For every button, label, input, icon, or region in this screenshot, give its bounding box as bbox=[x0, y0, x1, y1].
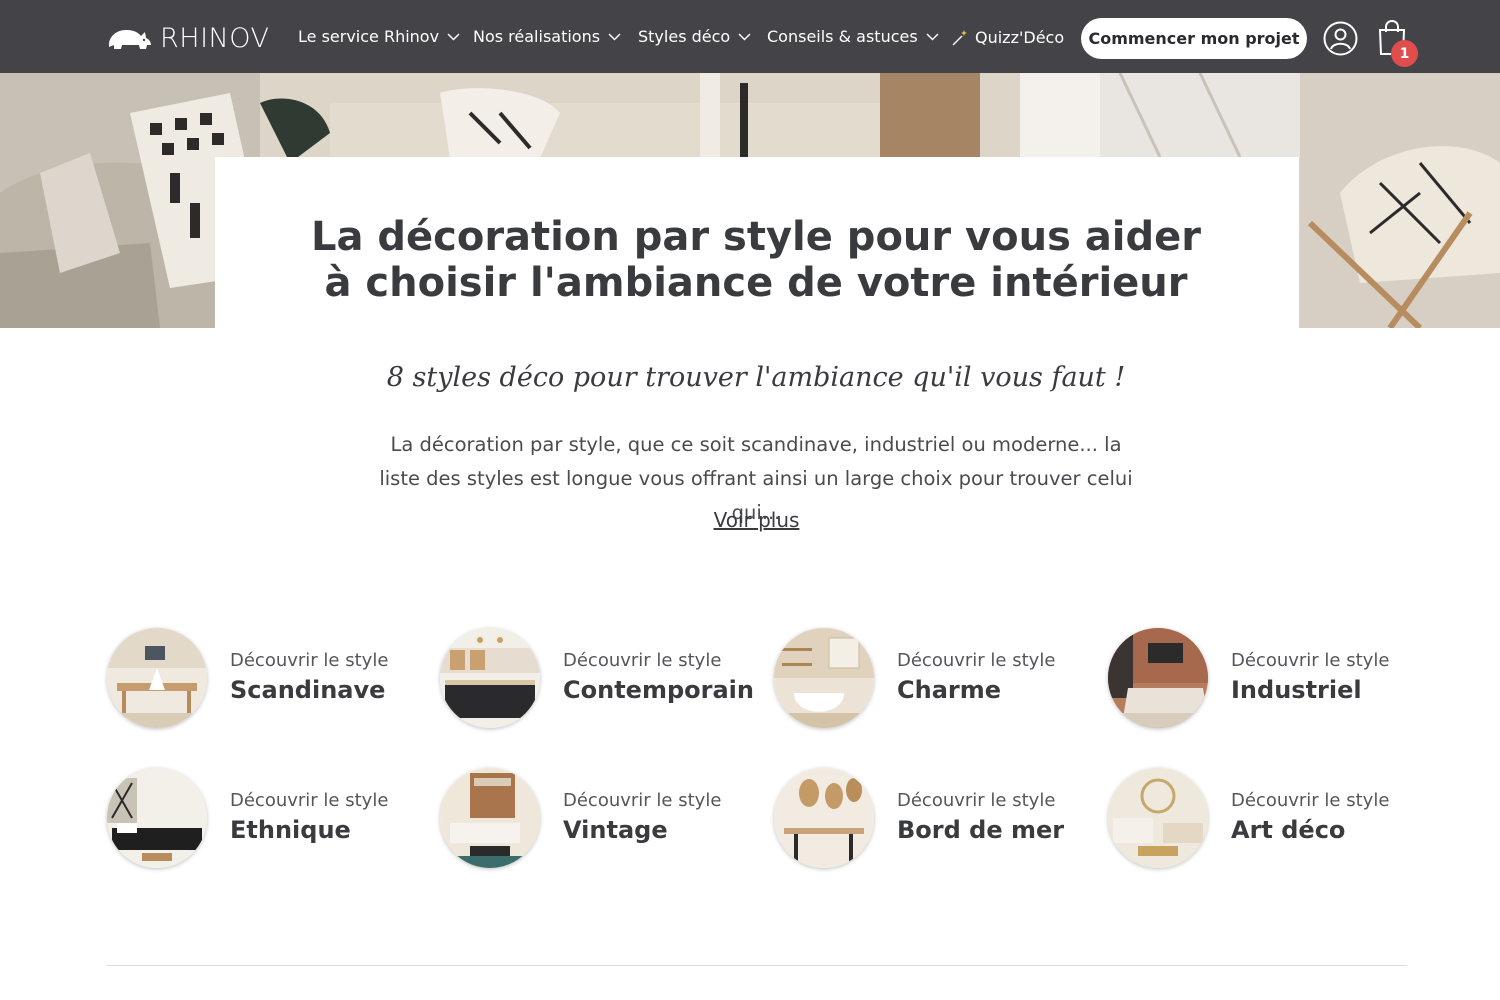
style-card-scandinave[interactable]: Découvrir le style Scandinave bbox=[107, 628, 427, 728]
style-name: Industriel bbox=[1231, 676, 1362, 704]
style-thumbnail bbox=[440, 628, 540, 728]
style-name: Charme bbox=[897, 676, 1002, 704]
magic-wand-icon bbox=[952, 30, 967, 46]
nav-label: Le service Rhinov bbox=[298, 27, 440, 46]
style-card-bord-de-mer[interactable]: Découvrir le style Bord de mer bbox=[774, 768, 1094, 868]
style-name: Ethnique bbox=[230, 816, 351, 844]
nav-quizz-deco[interactable]: Quizz'Déco bbox=[950, 27, 1064, 47]
rhinov-logo[interactable]: RHINOV bbox=[106, 22, 269, 54]
style-name: Contemporain bbox=[563, 676, 754, 704]
nav-label: Conseils & astuces bbox=[767, 27, 918, 46]
style-kicker: Découvrir le style bbox=[897, 790, 1056, 811]
cart-count-badge: 1 bbox=[1391, 40, 1418, 67]
nav-label: Styles déco bbox=[638, 27, 731, 46]
style-thumbnail bbox=[1108, 768, 1208, 868]
style-kicker: Découvrir le style bbox=[1231, 650, 1390, 671]
nav-styles-deco[interactable]: Styles déco bbox=[638, 27, 751, 46]
industriel-bedroom-image bbox=[1108, 628, 1208, 728]
style-kicker: Découvrir le style bbox=[897, 650, 1056, 671]
style-name: Bord de mer bbox=[897, 816, 1065, 844]
chevron-down-icon bbox=[926, 32, 939, 41]
style-name: Art déco bbox=[1231, 816, 1346, 844]
style-card-ethnique[interactable]: Découvrir le style Ethnique bbox=[107, 768, 427, 868]
style-thumbnail bbox=[440, 768, 540, 868]
section-divider bbox=[106, 965, 1407, 966]
style-kicker: Découvrir le style bbox=[563, 790, 722, 811]
nav-label: Nos réalisations bbox=[473, 27, 601, 46]
style-card-art-deco[interactable]: Découvrir le style Art déco bbox=[1108, 768, 1428, 868]
style-card-vintage[interactable]: Découvrir le style Vintage bbox=[440, 768, 760, 868]
style-thumbnail bbox=[774, 768, 874, 868]
page-subtitle: 8 styles déco pour trouver l'ambiance qu… bbox=[386, 362, 1126, 393]
chevron-down-icon bbox=[608, 32, 621, 41]
top-navbar: RHINOV Le service Rhinov Nos réalisation… bbox=[0, 0, 1500, 73]
style-kicker: Découvrir le style bbox=[1231, 790, 1390, 811]
nav-conseils-astuces[interactable]: Conseils & astuces bbox=[767, 27, 939, 46]
style-kicker: Découvrir le style bbox=[230, 790, 389, 811]
nav-label: Quizz'Déco bbox=[975, 27, 1065, 47]
chevron-down-icon bbox=[447, 32, 460, 41]
style-thumbnail bbox=[1108, 628, 1208, 728]
start-project-button[interactable]: Commencer mon projet bbox=[1081, 18, 1307, 59]
style-card-charme[interactable]: Découvrir le style Charme bbox=[774, 628, 1094, 728]
art-deco-living-image bbox=[1108, 768, 1208, 868]
rhino-icon bbox=[108, 30, 151, 49]
style-thumbnail bbox=[107, 628, 207, 728]
style-thumbnail bbox=[107, 768, 207, 868]
see-more-link[interactable]: Voir plus bbox=[700, 508, 813, 532]
user-account-icon[interactable] bbox=[1323, 21, 1358, 56]
chevron-down-icon bbox=[738, 32, 751, 41]
brand-name: RHINOV bbox=[160, 22, 270, 54]
style-name: Vintage bbox=[563, 816, 668, 844]
vintage-living-image bbox=[440, 768, 540, 868]
style-kicker: Découvrir le style bbox=[230, 650, 389, 671]
style-card-contemporain[interactable]: Découvrir le style Contemporain bbox=[440, 628, 760, 728]
style-card-industriel[interactable]: Découvrir le style Industriel bbox=[1108, 628, 1428, 728]
charme-bathroom-image bbox=[774, 628, 874, 728]
style-name: Scandinave bbox=[230, 676, 386, 704]
page-title: La décoration par style pour vous aider … bbox=[310, 214, 1202, 306]
nav-realisations[interactable]: Nos réalisations bbox=[473, 27, 621, 46]
contemporain-kitchen-image bbox=[440, 628, 540, 728]
bord-de-mer-dining-image bbox=[774, 768, 874, 868]
nav-service-rhinov[interactable]: Le service Rhinov bbox=[298, 27, 460, 46]
scandinave-room-image bbox=[107, 628, 207, 728]
style-thumbnail bbox=[774, 628, 874, 728]
style-kicker: Découvrir le style bbox=[563, 650, 722, 671]
ethnique-living-image bbox=[107, 768, 207, 868]
